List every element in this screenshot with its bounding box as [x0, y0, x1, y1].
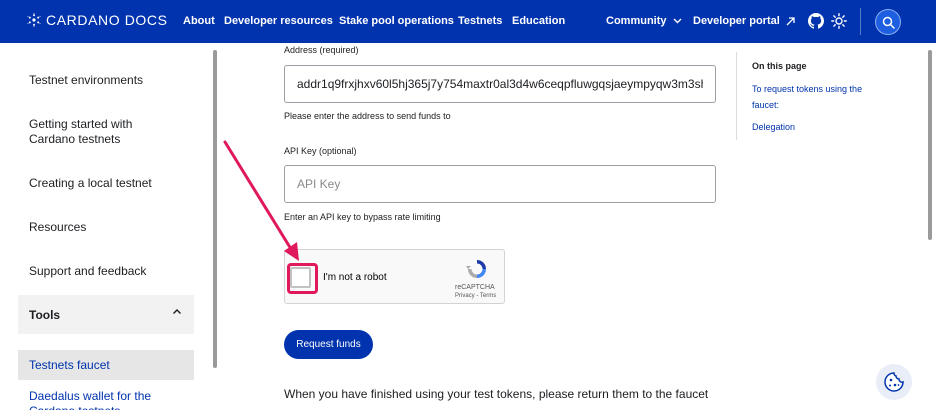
sidebar-item-getting-started[interactable]: Getting started with Cardano testnets [29, 117, 169, 147]
recaptcha-widget: I'm not a robot reCAPTCHA Privacy - Term… [284, 249, 505, 304]
api-key-label: API Key (optional) [284, 146, 357, 156]
sidebar-item-support-feedback[interactable]: Support and feedback [29, 264, 146, 279]
cookie-settings-button[interactable] [876, 364, 912, 400]
recaptcha-label: I'm not a robot [323, 272, 387, 283]
github-icon[interactable] [808, 13, 824, 29]
main-content: Address (required) Please enter the addr… [220, 43, 730, 410]
search-button[interactable] [875, 9, 901, 35]
cardano-logo-icon [27, 13, 41, 27]
address-hint: Please enter the address to send funds t… [284, 111, 451, 121]
nav-stake-pool-operations[interactable]: Stake pool operations [339, 15, 454, 27]
nav-developer-resources[interactable]: Developer resources [224, 15, 333, 27]
sidebar-scrollbar[interactable] [213, 50, 217, 368]
sidebar-item-testnet-environments[interactable]: Testnet environments [29, 73, 143, 88]
brand-link[interactable]: CARDANO DOCS [27, 12, 168, 28]
toc-link-delegation[interactable]: Delegation [752, 119, 795, 135]
sidebar: Testnet environments Getting started wit… [0, 43, 212, 410]
sidebar-item-resources[interactable]: Resources [29, 220, 86, 235]
nav-developer-portal-label: Developer portal [693, 15, 780, 27]
recaptcha-icon [466, 260, 486, 278]
sun-icon[interactable] [831, 13, 847, 29]
address-label: Address (required) [284, 45, 359, 55]
top-navbar: CARDANO DOCS About Developer resources S… [0, 0, 936, 43]
toc-title: On this page [752, 61, 807, 71]
sidebar-item-local-testnet[interactable]: Creating a local testnet [29, 176, 152, 191]
page-scrollbar-thumb[interactable] [928, 50, 932, 240]
toc-link-request-tokens[interactable]: To request tokens using the faucet: [752, 81, 872, 113]
chevron-up-icon [173, 309, 181, 314]
sidebar-category-label: Tools [29, 307, 61, 322]
brand-title: CARDANO DOCS [46, 12, 168, 28]
recaptcha-checkbox[interactable] [290, 267, 311, 288]
sidebar-item-daedalus-wallet[interactable]: Daedalus wallet for the Cardano testnets [29, 389, 169, 410]
chevron-down-icon [673, 18, 681, 24]
cookie-icon [884, 372, 904, 392]
sidebar-item-testnets-faucet[interactable]: Testnets faucet [18, 350, 194, 380]
nav-divider [860, 8, 861, 35]
nav-education[interactable]: Education [512, 15, 565, 27]
nav-about[interactable]: About [183, 15, 215, 27]
nav-testnets[interactable]: Testnets [458, 15, 502, 27]
recaptcha-brand: reCAPTCHA [455, 284, 495, 291]
instructions-paragraph: When you have finished using your test t… [284, 387, 709, 410]
nav-community-label: Community [606, 15, 667, 27]
nav-developer-portal[interactable]: Developer portal [693, 15, 795, 27]
toc-divider [736, 52, 737, 140]
api-key-input[interactable] [284, 165, 716, 203]
sidebar-category-tools[interactable]: Tools [18, 295, 194, 334]
address-input[interactable] [284, 65, 716, 103]
request-funds-button[interactable]: Request funds [284, 330, 373, 359]
search-icon [882, 16, 895, 29]
api-key-hint: Enter an API key to bypass rate limiting [284, 212, 441, 222]
nav-community-dropdown[interactable]: Community [606, 15, 682, 27]
external-link-icon [786, 16, 795, 25]
recaptcha-terms[interactable]: Privacy - Terms [455, 293, 496, 299]
sidebar-item-label: Testnets faucet [29, 358, 110, 372]
